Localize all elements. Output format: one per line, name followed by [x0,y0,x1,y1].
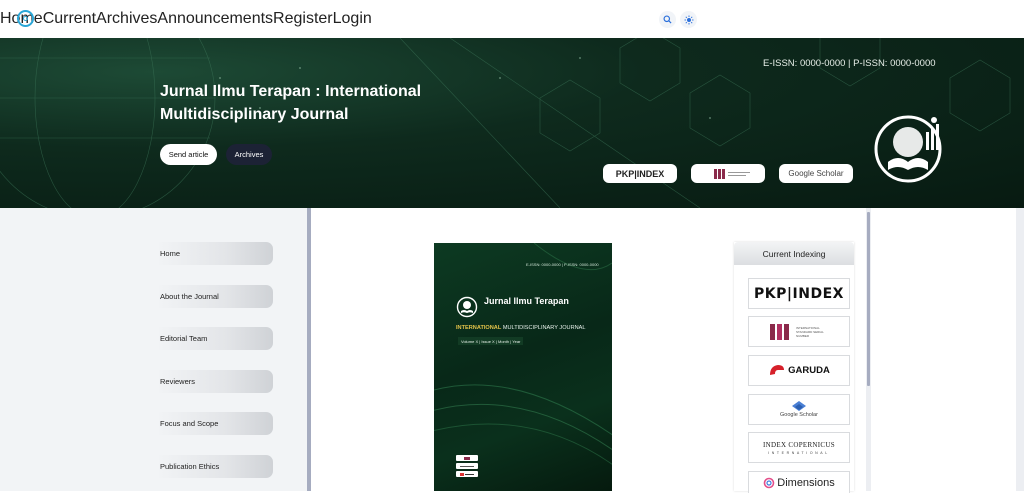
issn-text: E-ISSN: 0000-0000 | P-ISSN: 0000-0000 [763,58,936,69]
cover-wave-decoration [434,243,612,465]
send-article-button[interactable]: Send article [160,144,217,165]
nav-register[interactable]: Register [273,10,333,28]
issn-badge[interactable] [691,164,765,183]
dimensions-text: Dimensions [777,476,835,489]
sidebar-item-home[interactable]: Home [156,242,273,265]
cover-title: Jurnal Ilmu Terapan [484,296,569,306]
dimensions-logo[interactable]: Dimensions [748,471,850,493]
nav-current[interactable]: Current [43,10,96,28]
pkp-index-logo[interactable]: PKP|INDEX [748,278,850,309]
cover-garuda-badge [456,471,478,477]
cover-scholar-badge [456,463,478,469]
sidebar-item-publication-ethics[interactable]: Publication Ethics [156,455,273,478]
top-navbar: Home Current Archives Announcements Regi… [0,0,1024,38]
cover-subtitle-rest: MULTIDISCIPLINARY JOURNAL [501,325,586,331]
issn-mark-icon [770,323,789,340]
right-scrollbar-thumb[interactable] [867,212,870,386]
issn-logo[interactable]: INTERNATIONAL STANDARD SERIAL NUMBER [748,316,850,347]
indexing-panel: Current Indexing PKP|INDEX INTERNATIONAL… [734,242,854,493]
search-icon[interactable] [659,11,676,28]
copernicus-text: INDEX COPERNICUS [763,440,835,449]
journal-cover-image[interactable]: E-ISSN: 0000-0000 | P-ISSN: 0000-0000 Ju… [434,243,612,491]
google-scholar-badge[interactable]: Google Scholar [779,164,853,183]
page-scrollbar[interactable] [1016,208,1024,491]
google-scholar-logo[interactable]: Google Scholar [748,394,850,425]
pkp-index-text: PKP|INDEX [754,285,844,302]
dimensions-icon [763,477,775,488]
cover-issn-badge [456,455,478,461]
hero-banner: Jurnal Ilmu Terapan : International Mult… [0,38,1024,208]
index-copernicus-logo[interactable]: INDEX COPERNICUS INTERNATIONAL [748,432,850,463]
nav-announcements[interactable]: Announcements [157,10,273,28]
journal-title: Jurnal Ilmu Terapan : International Mult… [160,83,422,123]
sidebar-item-focus-scope[interactable]: Focus and Scope [156,412,273,435]
journal-emblem-icon [874,115,942,183]
nav-archives[interactable]: Archives [96,10,157,28]
cover-emblem-icon [456,296,478,318]
archives-button[interactable]: Archives [226,144,272,165]
issn-logo-text: INTERNATIONAL STANDARD SERIAL NUMBER [796,325,824,338]
garuda-text: GARUDA [788,365,830,376]
copernicus-row: INDEX COPERNICUS [763,441,835,449]
pkp-index-badge[interactable]: PKP|INDEX [603,164,677,183]
scholar-cap-icon [792,401,806,411]
cover-subtitle: INTERNATIONAL MULTIDISCIPLINARY JOURNAL [456,325,586,331]
cover-subtitle-accent: INTERNATIONAL [456,325,502,331]
sidebar-item-editorial-team[interactable]: Editorial Team [156,327,273,350]
google-scholar-text: Google Scholar [780,412,818,418]
indexing-heading: Current Indexing [734,242,854,265]
sidebar-item-about[interactable]: About the Journal [156,285,273,308]
cover-issn: E-ISSN: 0000-0000 | P-ISSN: 0000-0000 [526,262,599,267]
sidebar-scrollbar[interactable] [307,208,311,491]
issn-logo-icon [714,168,750,179]
garuda-icon [770,364,785,375]
copernicus-sub: INTERNATIONAL [768,450,830,455]
garuda-logo[interactable]: GARUDA [748,355,850,386]
logo-icon[interactable] [17,10,34,27]
sun-icon[interactable] [680,11,697,28]
nav-login[interactable]: Login [333,10,372,28]
cover-volume: Volume X | Issue X | Month | Year [458,337,524,345]
sidebar-item-reviewers[interactable]: Reviewers [156,370,273,393]
